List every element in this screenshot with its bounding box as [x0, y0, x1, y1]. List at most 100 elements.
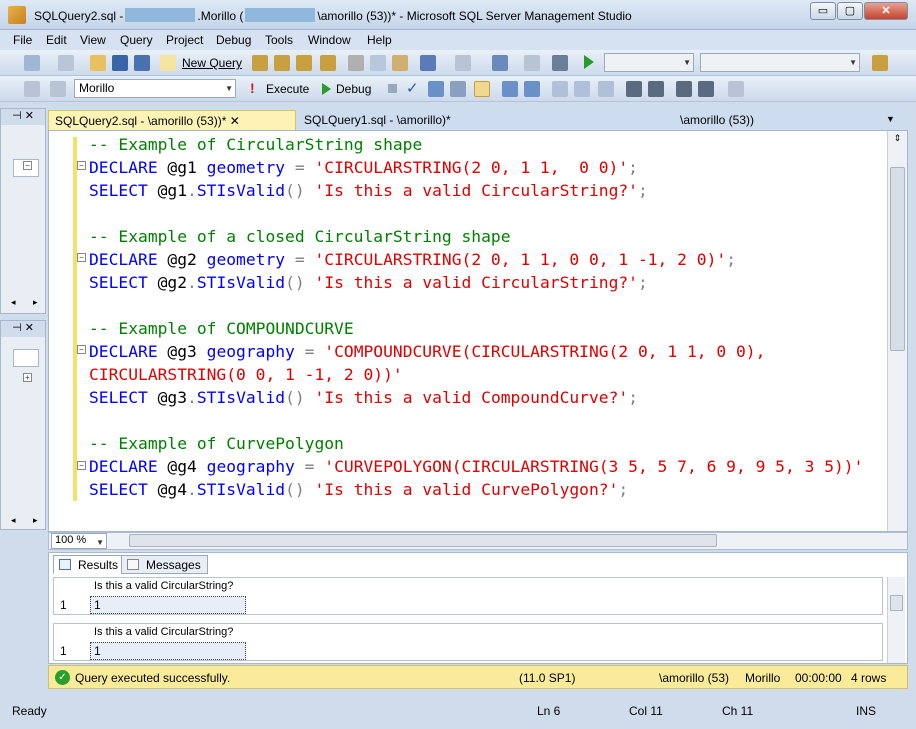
- status-message: Query executed successfully.: [75, 671, 231, 685]
- tab-query3[interactable]: \amorillo (53)): [674, 110, 760, 130]
- result-grid-1[interactable]: Is this a valid CircularString? 1 1: [53, 577, 883, 615]
- increase-indent-icon[interactable]: [698, 81, 714, 97]
- panel-pin-close-2[interactable]: ⊣ ✕: [1, 321, 45, 337]
- results-vertical-scrollbar[interactable]: [887, 577, 905, 663]
- uncomment-icon[interactable]: [648, 81, 664, 97]
- paste-icon[interactable]: [392, 55, 408, 71]
- find-in-files-icon[interactable]: [872, 55, 888, 71]
- code-line[interactable]: DECLARE @g4 geography = 'CURVEPOLYGON(CI…: [89, 455, 863, 478]
- code-line[interactable]: -- Example of CurvePolygon: [89, 432, 344, 455]
- grid-row-number: 1: [60, 598, 67, 612]
- save-icon[interactable]: [112, 55, 128, 71]
- tab-close-icon[interactable]: ✕: [230, 114, 240, 128]
- include-plan-icon[interactable]: [502, 81, 518, 97]
- code-line[interactable]: DECLARE @g1 geometry = 'CIRCULARSTRING(2…: [89, 156, 638, 179]
- menu-file[interactable]: File: [13, 33, 32, 47]
- connect-icon[interactable]: [24, 81, 40, 97]
- scroll-thumb[interactable]: [890, 167, 905, 351]
- cancel-query-icon[interactable]: [388, 84, 397, 93]
- code-line[interactable]: SELECT @g2.STIsValid() 'Is this a valid …: [89, 271, 648, 294]
- scroll-right-arrow-2[interactable]: ▸: [33, 515, 38, 526]
- results-scroll-thumb[interactable]: [890, 595, 903, 611]
- maximize-button[interactable]: ▢: [837, 2, 863, 20]
- execute-button[interactable]: Execute: [266, 82, 309, 96]
- tab-sqlquery2[interactable]: SQLQuery2.sql - \amorillo (53))* ✕: [48, 110, 296, 130]
- menu-query[interactable]: Query: [120, 33, 153, 47]
- code-line[interactable]: DECLARE @g2 geometry = 'CIRCULARSTRING(2…: [89, 248, 736, 271]
- menu-window[interactable]: Window: [308, 33, 351, 47]
- parse-check-icon[interactable]: ✓: [406, 79, 419, 97]
- minimize-button[interactable]: ▭: [810, 2, 836, 20]
- code-token: ;: [628, 388, 638, 407]
- cut-icon[interactable]: [348, 55, 364, 71]
- scroll-left-arrow-2[interactable]: ◂: [11, 515, 16, 526]
- dmx-query-icon[interactable]: [296, 55, 312, 71]
- grid-cell[interactable]: 1: [90, 596, 246, 614]
- results-to-grid-icon[interactable]: [474, 81, 490, 97]
- result-grid-2[interactable]: Is this a valid CircularString? 1 1: [53, 623, 883, 661]
- open-folder-icon[interactable]: [90, 55, 106, 71]
- zoom-select[interactable]: 100 % ▼: [51, 533, 107, 549]
- menu-project[interactable]: Project: [166, 33, 203, 47]
- analysis-query-icon[interactable]: [274, 55, 290, 71]
- redo-icon[interactable]: [455, 55, 471, 71]
- activity-monitor-icon[interactable]: [552, 55, 568, 71]
- new-query-button[interactable]: New Query: [182, 56, 242, 70]
- query-editor[interactable]: − − − − -- Example of CircularString sha…: [48, 130, 908, 532]
- tab-dropdown-icon[interactable]: ▼: [886, 114, 895, 124]
- navigate-forward-icon[interactable]: [524, 55, 540, 71]
- code-line[interactable]: -- Example of a closed CircularString sh…: [89, 225, 511, 248]
- code-line[interactable]: SELECT @g3.STIsValid() 'Is this a valid …: [89, 386, 638, 409]
- undo-icon[interactable]: [420, 55, 436, 71]
- debug-button[interactable]: Debug: [336, 82, 371, 96]
- menu-tools[interactable]: Tools: [265, 33, 293, 47]
- display-plan-icon[interactable]: [428, 81, 444, 97]
- code-line[interactable]: DECLARE @g3 geography = 'COMPOUNDCURVE(C…: [89, 340, 765, 363]
- start-play-icon[interactable]: [584, 55, 594, 69]
- code-line[interactable]: -- Example of COMPOUNDCURVE: [89, 317, 354, 340]
- solution-config-combo[interactable]: ▼: [604, 53, 694, 72]
- results-to-grid2-icon[interactable]: [574, 81, 590, 97]
- results-to-file-icon[interactable]: [598, 81, 614, 97]
- db-engine-query-icon[interactable]: [252, 55, 268, 71]
- outline-collapse-icon[interactable]: −: [77, 461, 86, 470]
- split-icon[interactable]: ⇕: [890, 133, 905, 147]
- close-button[interactable]: ✕: [864, 2, 908, 20]
- tab-sqlquery1[interactable]: SQLQuery1.sql - \amorillo)*: [298, 110, 457, 130]
- outline-collapse-icon[interactable]: −: [77, 253, 86, 262]
- code-line[interactable]: -- Example of CircularString shape: [89, 133, 422, 156]
- panel-pin-close[interactable]: ⊣ ✕: [1, 109, 45, 125]
- add-item-icon[interactable]: [58, 55, 74, 71]
- horizontal-scroll-thumb[interactable]: [129, 534, 717, 547]
- outline-collapse-icon[interactable]: −: [77, 345, 86, 354]
- specify-values-icon[interactable]: [728, 81, 744, 97]
- query-designer-icon[interactable]: [450, 81, 466, 97]
- results-to-text-icon[interactable]: [552, 81, 568, 97]
- scroll-left-arrow[interactable]: ◂: [11, 297, 16, 308]
- save-all-icon[interactable]: [134, 55, 150, 71]
- scroll-right-arrow[interactable]: ▸: [33, 297, 38, 308]
- find-combo[interactable]: ▼: [700, 53, 860, 72]
- menu-edit[interactable]: Edit: [46, 33, 67, 47]
- code-line[interactable]: SELECT @g4.STIsValid() 'Is this a valid …: [89, 478, 628, 501]
- menu-help[interactable]: Help: [367, 33, 392, 47]
- database-select[interactable]: Morillo ▼: [74, 79, 236, 98]
- code-line[interactable]: CIRCULARSTRING(0 0, 1 -1, 2 0))': [89, 363, 403, 386]
- grid-cell[interactable]: 1: [90, 642, 246, 660]
- code-line[interactable]: SELECT @g1.STIsValid() 'Is this a valid …: [89, 179, 648, 202]
- new-project-icon[interactable]: [24, 55, 40, 71]
- client-stats-icon[interactable]: [524, 81, 540, 97]
- copy-icon[interactable]: [370, 55, 386, 71]
- change-connection-icon[interactable]: [50, 81, 66, 97]
- tree-collapse-icon[interactable]: −: [23, 161, 32, 170]
- decrease-indent-icon[interactable]: [676, 81, 692, 97]
- navigate-backward-icon[interactable]: [492, 55, 508, 71]
- menu-view[interactable]: View: [80, 33, 106, 47]
- outline-collapse-icon[interactable]: −: [77, 161, 86, 170]
- tree-expand-icon[interactable]: +: [23, 373, 32, 382]
- comment-icon[interactable]: [626, 81, 642, 97]
- editor-vertical-scrollbar[interactable]: ⇕: [887, 131, 907, 531]
- code-token: 'CIRCULARSTRING(2 0, 1 1, 0 0)': [314, 158, 629, 177]
- menu-debug[interactable]: Debug: [216, 33, 251, 47]
- xmla-query-icon[interactable]: [320, 55, 336, 71]
